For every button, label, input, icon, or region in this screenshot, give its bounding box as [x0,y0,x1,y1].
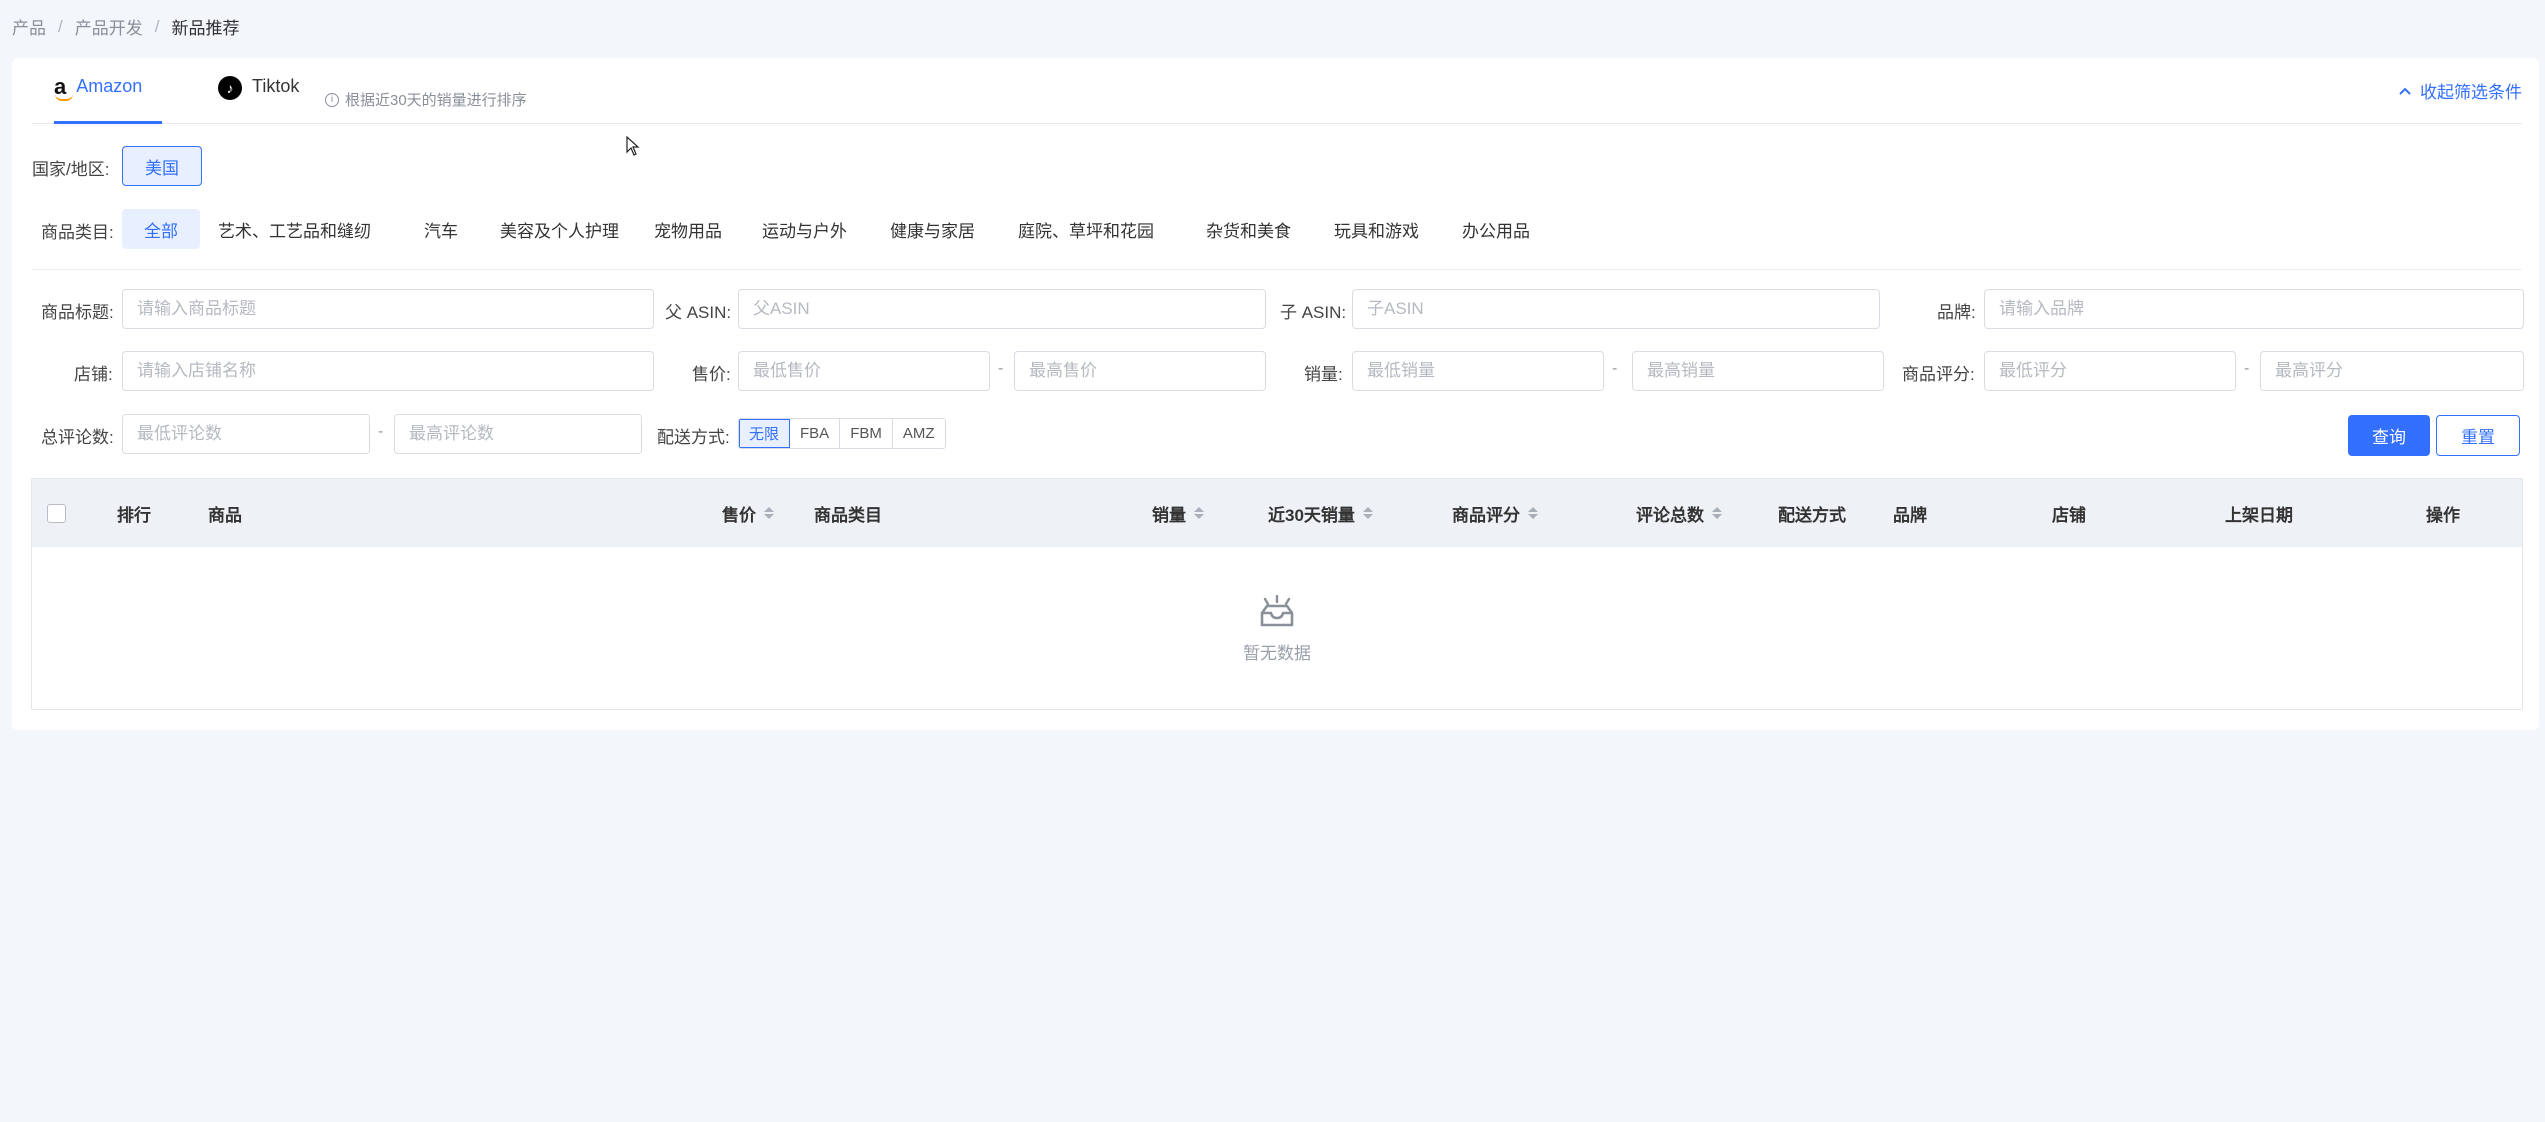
sales-max-input[interactable] [1632,351,1884,391]
category-chip-health[interactable]: 健康与家居 [868,209,997,249]
query-button[interactable]: 查询 [2348,415,2430,456]
sort-icon[interactable] [1712,507,1722,519]
reviews-label: 总评论数: [41,428,114,447]
empty-state-text: 暂无数据 [1243,643,1311,663]
rating-max-input[interactable] [2260,351,2524,391]
breadcrumb-separator: / [58,16,63,36]
category-chip-toys[interactable]: 玩具和游戏 [1312,209,1441,249]
region-chip-us[interactable]: 美国 [122,146,202,186]
delivery-option-fbm[interactable]: FBM [840,419,893,448]
empty-state: 暂无数据 [32,547,2522,711]
reviews-range-separator: - [378,423,384,440]
parent-asin-input[interactable] [738,289,1266,329]
price-min-input[interactable] [738,351,990,391]
mouse-cursor-icon [626,136,640,156]
delivery-option-any[interactable]: 无限 [739,419,791,448]
results-table: 排行 商品 售价 商品类目 销量 近30天销量 商品评分 评论总数 配送方式 品… [31,478,2523,710]
rating-label: 商品评分: [1902,365,1975,384]
empty-inbox-icon [1260,594,1294,626]
column-category: 商品类目 [814,505,882,525]
section-divider [32,269,2522,270]
chevron-up-icon [2399,87,2411,95]
delivery-segmented: 无限 FBA FBM AMZ [738,418,946,449]
column-actions: 操作 [2426,505,2460,525]
delivery-label: 配送方式: [657,428,730,447]
tab-amazon[interactable]: a Amazon [54,76,162,124]
category-chip-auto[interactable]: 汽车 [402,209,480,249]
platform-tabs: a Amazon ♪ Tiktok i 根据近30天的销量进行排序 收起筛选条件 [32,58,2522,124]
store-input[interactable] [122,351,654,391]
select-all-checkbox[interactable] [47,504,66,523]
sales-min-input[interactable] [1352,351,1604,391]
sort-icon[interactable] [1194,507,1204,519]
reviews-min-input[interactable] [122,414,370,454]
column-price[interactable]: 售价 [722,479,774,547]
region-label: 国家/地区: [32,160,110,179]
category-label: 商品类目: [41,223,114,242]
title-input[interactable] [122,289,654,329]
child-asin-label: 子 ASIN: [1280,303,1347,322]
store-label: 店铺: [74,365,113,384]
category-chip-beauty[interactable]: 美容及个人护理 [478,209,641,249]
category-chip-sports[interactable]: 运动与户外 [740,209,869,249]
price-label: 售价: [692,365,731,384]
category-chip-grocery[interactable]: 杂货和美食 [1184,209,1313,249]
sort-icon[interactable] [764,507,774,519]
info-icon: i [325,92,339,107]
sort-hint: i 根据近30天的销量进行排序 [325,89,527,110]
category-chip-pets[interactable]: 宠物用品 [632,209,744,249]
column-delivery: 配送方式 [1778,505,1846,525]
sales-range-separator: - [1612,360,1618,377]
sort-icon[interactable] [1528,507,1538,519]
column-brand: 品牌 [1893,505,1927,525]
column-sales-30d[interactable]: 近30天销量 [1268,479,1373,547]
brand-label: 品牌: [1937,303,1976,322]
child-asin-input[interactable] [1352,289,1880,329]
category-chip-all[interactable]: 全部 [122,209,200,249]
sales-label: 销量: [1304,365,1343,384]
column-store: 店铺 [2052,505,2086,525]
breadcrumb-item-products[interactable]: 产品 [12,14,46,39]
breadcrumb-item-dev[interactable]: 产品开发 [75,14,143,39]
column-rank: 排行 [117,505,151,525]
main-panel: a Amazon ♪ Tiktok i 根据近30天的销量进行排序 收起筛选条件… [12,58,2539,730]
delivery-option-fba[interactable]: FBA [790,419,841,448]
rating-range-separator: - [2244,360,2250,377]
parent-asin-label: 父 ASIN: [665,303,732,322]
reviews-max-input[interactable] [394,414,642,454]
category-chip-arts[interactable]: 艺术、工艺品和缝纫 [196,209,393,249]
reset-button[interactable]: 重置 [2436,415,2520,456]
amazon-icon: a [54,74,74,101]
column-listing-date: 上架日期 [2225,505,2293,525]
breadcrumb-item-current: 新品推荐 [171,19,240,38]
sort-icon[interactable] [1362,507,1373,519]
title-label: 商品标题: [41,303,114,322]
column-product: 商品 [208,505,242,525]
rating-min-input[interactable] [1984,351,2236,391]
delivery-option-amz[interactable]: AMZ [893,419,945,448]
column-reviews[interactable]: 评论总数 [1636,479,1722,547]
tab-amazon-label: Amazon [76,76,143,96]
collapse-filters-link[interactable]: 收起筛选条件 [2398,78,2522,103]
price-max-input[interactable] [1014,351,1266,391]
category-chip-garden[interactable]: 庭院、草坪和花园 [996,209,1176,249]
price-range-separator: - [998,360,1004,377]
table-header: 排行 商品 售价 商品类目 销量 近30天销量 商品评分 评论总数 配送方式 品… [32,479,2522,547]
column-rating[interactable]: 商品评分 [1452,479,1538,547]
breadcrumb: 产品 / 产品开发 / 新品推荐 [12,14,239,39]
tab-tiktok[interactable]: ♪ Tiktok [218,76,299,124]
category-chip-office[interactable]: 办公用品 [1440,209,1552,249]
breadcrumb-separator: / [154,16,160,36]
tab-tiktok-label: Tiktok [252,76,300,96]
brand-input[interactable] [1984,289,2524,329]
collapse-filters-label: 收起筛选条件 [2420,83,2522,102]
column-sales[interactable]: 销量 [1152,479,1204,547]
tiktok-icon: ♪ [218,76,242,100]
sort-hint-text: 根据近30天的销量进行排序 [345,92,527,109]
